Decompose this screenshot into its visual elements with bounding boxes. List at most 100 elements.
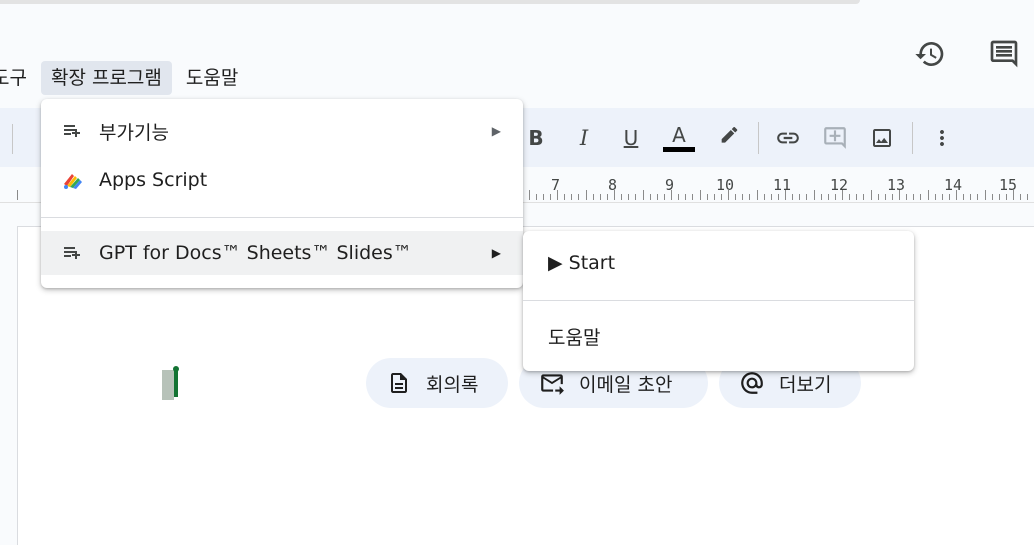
add-comment-icon[interactable]	[819, 122, 851, 154]
ruler-tick	[814, 190, 815, 200]
ruler-tick	[536, 194, 537, 200]
ruler-tick	[657, 194, 658, 200]
ruler-tick	[678, 194, 679, 200]
ruler-tick	[635, 194, 636, 200]
ruler-tick	[643, 190, 644, 200]
submenu-item-start[interactable]: ▶ Start	[548, 252, 615, 274]
ruler-tick	[650, 194, 651, 200]
ruler-tick	[628, 194, 629, 200]
ruler-tick	[1006, 194, 1007, 200]
ruler-tick	[621, 194, 622, 200]
text-cursor	[174, 368, 178, 397]
ruler-tick	[764, 194, 765, 200]
history-icon[interactable]	[912, 36, 948, 72]
ruler-number: 7	[551, 176, 561, 194]
image-icon[interactable]	[866, 122, 898, 154]
ruler-number: 11	[773, 176, 792, 194]
ruler-tick	[721, 194, 722, 200]
ruler-tick	[920, 194, 921, 200]
menu-help[interactable]: 도움말	[176, 61, 248, 95]
menu-item-gpt[interactable]: GPT for Docs™ Sheets™ Slides™ ▶	[41, 231, 523, 275]
underline-icon[interactable]: U	[615, 122, 647, 154]
ruler-tick	[913, 194, 914, 200]
ruler-tick	[999, 194, 1000, 200]
ruler-tick	[963, 194, 964, 200]
ruler-tick	[593, 194, 594, 200]
bold-icon[interactable]: B	[520, 122, 552, 154]
ruler-tick	[992, 194, 993, 200]
ruler-tick	[771, 194, 772, 200]
ruler-tick	[692, 194, 693, 200]
ruler-tick	[543, 194, 544, 200]
apps-script-icon	[61, 168, 85, 192]
submenu-item-help[interactable]: 도움말	[548, 323, 600, 350]
ruler-tick	[778, 194, 779, 200]
ruler-tick	[607, 194, 608, 200]
ruler-tick	[806, 194, 807, 200]
ruler-tick	[821, 194, 822, 200]
ruler-tick	[871, 190, 872, 200]
ruler-tick	[928, 190, 929, 200]
menu-item-label: 부가기능	[99, 121, 169, 144]
meeting-notes-chip[interactable]: 회의록	[366, 358, 508, 408]
meeting-notes-label: 회의록	[426, 373, 479, 396]
ruler-tick	[885, 194, 886, 200]
ruler-tick	[742, 194, 743, 200]
ruler-tick	[935, 194, 936, 200]
menu-item-apps-script[interactable]: Apps Script	[41, 158, 523, 202]
ruler-tick	[571, 194, 572, 200]
ruler-number: 8	[608, 176, 618, 194]
playlist-add-icon	[61, 119, 85, 143]
ruler-tick	[749, 194, 750, 200]
toolbar-divider	[912, 122, 913, 154]
email-send-icon	[539, 370, 565, 396]
text-cursor-handle	[173, 366, 179, 372]
menu-extensions[interactable]: 확장 프로그램	[40, 61, 172, 95]
extensions-menu: 부가기능 ▶ Apps Script GPT for Docs™ Sheets™…	[41, 99, 523, 288]
gpt-submenu: ▶ Start 도움말	[523, 231, 914, 371]
ruler-tick	[835, 194, 836, 200]
comment-icon[interactable]	[986, 36, 1022, 72]
ruler-tick	[664, 194, 665, 200]
ruler-tick	[942, 194, 943, 200]
menu-bar: 도구 확장 프로그램 도움말	[0, 60, 252, 96]
docs-window: 도구 확장 프로그램 도움말 B I U A 7 8 9 10 11 12 13…	[0, 0, 1034, 545]
ruler-tick	[757, 190, 758, 200]
ruler-tick	[586, 190, 587, 200]
italic-icon[interactable]: I	[568, 122, 600, 154]
menu-item-addons[interactable]: 부가기능 ▶	[41, 109, 523, 153]
ruler-tick	[977, 194, 978, 200]
ruler-number: 13	[887, 176, 906, 194]
menu-tools[interactable]: 도구	[0, 61, 37, 95]
ruler-tick	[685, 194, 686, 200]
ruler-tick	[828, 194, 829, 200]
text-color-icon[interactable]: A	[663, 122, 695, 154]
ruler-tick	[856, 194, 857, 200]
ruler-tick	[578, 194, 579, 200]
playlist-add-icon	[61, 241, 85, 265]
email-draft-label: 이메일 초안	[579, 373, 673, 396]
at-sign-icon	[739, 370, 765, 396]
ruler-tick	[700, 190, 701, 200]
ruler-tick	[529, 190, 530, 200]
cursor-selection	[162, 370, 174, 400]
toolbar-divider	[758, 122, 759, 154]
ruler-tick	[892, 194, 893, 200]
ruler-tick	[714, 194, 715, 200]
ruler-number: 10	[716, 176, 735, 194]
ruler-tick	[792, 194, 793, 200]
ruler-tick	[849, 194, 850, 200]
toolbar-divider	[12, 124, 13, 154]
highlight-icon[interactable]	[713, 122, 745, 154]
menu-item-label: Apps Script	[99, 169, 208, 191]
link-icon[interactable]	[772, 122, 804, 154]
ruler-number: 12	[830, 176, 849, 194]
ruler-tick	[878, 194, 879, 200]
more-vert-icon[interactable]	[926, 122, 958, 154]
ruler-tick	[600, 194, 601, 200]
ruler-tick	[707, 194, 708, 200]
submenu-arrow-icon: ▶	[491, 124, 501, 138]
ruler-tick	[863, 194, 864, 200]
menu-separator	[523, 300, 914, 301]
ruler-tick	[906, 194, 907, 200]
